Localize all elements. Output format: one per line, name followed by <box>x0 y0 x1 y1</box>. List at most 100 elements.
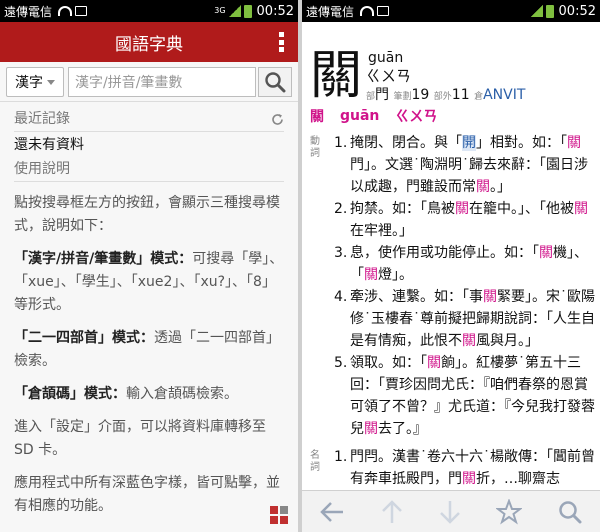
definition-item: 4. 牽涉、連繫。如：「事關緊要」。宋˙歐陽修˙玉樓春˙尊前擬把歸期說詞：「人生… <box>334 286 596 352</box>
arrow-up-icon[interactable] <box>380 499 404 525</box>
pos-label-noun: 名詞 <box>310 450 320 473</box>
pron-pinyin: guān <box>340 108 380 124</box>
recent-empty-text: 還未有資料 <box>14 137 84 153</box>
network-type-label: 3G <box>214 6 226 15</box>
definition-item: 5. 領取。如：「關餉」。紅樓夢˙第五十三回：「賈珍因問尤氏：『咱們春祭的恩賞可… <box>334 352 596 440</box>
clock: 00:52 <box>558 3 596 19</box>
bottom-toolbar <box>302 490 600 532</box>
definition-item: 1. 門閂。漢書˙卷六十六˙楊敞傳：「閶前曾有奔車抵殿門，門關折，…聊齋志 <box>334 446 596 490</box>
status-bar: 遠傳電信 3G 00:52 <box>0 0 298 22</box>
def-number: 3. <box>334 245 348 261</box>
headword-meta: 部門 筆劃19 部外11 倉ANVIT <box>366 84 525 104</box>
headword: 關 <box>310 46 363 106</box>
clock: 00:52 <box>256 3 294 19</box>
definitions: 動詞 1. 掩閉、閉合。與「開」相對。如：「關門」。文選˙陶淵明˙歸去來辭：「園… <box>302 128 600 490</box>
search-mode-button[interactable]: 漢字 <box>6 66 64 97</box>
headword-zhuyin: ㄍㄨㄢ <box>366 67 412 85</box>
def-text: 息，使作用或功能停止。如：「 <box>350 245 539 261</box>
back-arrow-icon[interactable] <box>319 500 345 524</box>
def-text: 風與月。」 <box>476 333 539 349</box>
def-text: 」相對。如：「 <box>476 135 567 151</box>
strokes-value: 19 <box>411 87 430 103</box>
left-screen: 遠傳電信 3G 00:52 國語字典 漢字 漢字/拼音/筆畫數 最近記錄 還未有… <box>0 0 298 532</box>
pron-zhuyin: ㄍㄨㄢ <box>395 109 438 125</box>
headword-pinyin: guān <box>368 50 404 66</box>
status-bar: 遠傳電信 00:52 <box>302 0 600 22</box>
help-settings: 進入「設定」介面，可以將資料庫轉移至 SD 卡。 <box>14 419 266 458</box>
highlight-char: 關 <box>539 245 553 261</box>
help-mode2: 「二一四部首」模式：透過「二一四部首」檢索。 <box>14 327 284 373</box>
star-icon[interactable] <box>496 498 523 525</box>
verb-section: 動詞 1. 掩閉、閉合。與「開」相對。如：「關門」。文選˙陶淵明˙歸去來辭：「園… <box>310 132 596 440</box>
def-text: 。」 <box>490 179 511 195</box>
def-number: 1. <box>334 449 348 465</box>
grid-menu-icon[interactable] <box>270 506 288 524</box>
search-icon[interactable] <box>557 499 583 525</box>
home-content: 最近記錄 還未有資料 使用說明 點按搜尋框左方的按鈕，會顯示三種搜尋模式，說明如… <box>0 102 298 518</box>
help-title: 使用說明 <box>14 161 70 177</box>
outer-strokes-label: 部外 <box>433 92 452 102</box>
dropdown-icon <box>47 80 55 85</box>
strokes-label: 筆劃 <box>393 92 412 102</box>
app-bar: 國語字典 <box>0 22 298 62</box>
app-title: 國語字典 <box>115 34 183 55</box>
battery-icon <box>545 4 554 18</box>
highlight-char: 關 <box>462 471 476 487</box>
def-number: 1. <box>334 135 348 151</box>
overflow-menu-icon[interactable] <box>279 32 284 52</box>
highlight-char: 關 <box>364 421 378 437</box>
search-button[interactable] <box>258 66 292 97</box>
wifi-icon <box>58 6 73 16</box>
battery-icon <box>243 4 252 18</box>
definition-item: 3. 息，使作用或功能停止。如：「關機」、「關燈」。 <box>334 242 596 286</box>
pos-label-verb: 動詞 <box>310 136 320 159</box>
highlight-char: 關 <box>455 201 469 217</box>
def-text: 牽涉、連繫。如：「事 <box>350 289 483 305</box>
definition-item: 2. 拘禁。如：「鳥被關在籠中。」、「他被關在牢裡。」 <box>334 198 596 242</box>
notification-icon <box>75 6 88 16</box>
refresh-icon[interactable] <box>271 113 284 126</box>
word-header: 關 guān ㄍㄨㄢ 部門 筆劃19 部外11 倉ANVIT <box>302 22 600 104</box>
def-text: 掩閉、閉合。與「 <box>350 135 462 151</box>
carrier-label: 遠傳電信 <box>4 4 53 19</box>
carrier-label: 遠傳電信 <box>306 4 355 19</box>
cangjie-code[interactable]: ANVIT <box>483 87 525 103</box>
radical-label: 部 <box>366 92 376 102</box>
signal-icon <box>228 5 241 17</box>
recent-section-header: 最近記錄 <box>14 108 284 132</box>
highlight-char: 關 <box>427 355 441 371</box>
highlight-char: 關 <box>483 289 497 305</box>
highlight-char: 關 <box>476 179 490 195</box>
def-text: 門」。文選˙陶淵明˙歸去來辭：「園日涉以成趣，門雖設而常 <box>350 157 588 195</box>
recent-title: 最近記錄 <box>14 111 70 127</box>
highlight-char: 關 <box>567 135 581 151</box>
pronunciation-row: 關 guān ㄍㄨㄢ <box>302 104 600 128</box>
notification-icon <box>377 6 390 16</box>
search-input[interactable]: 漢字/拼音/筆畫數 <box>68 66 256 97</box>
highlight-char: 關 <box>364 267 378 283</box>
link-word[interactable]: 開 <box>462 135 476 151</box>
help-mode1: 「漢字/拼音/筆畫數」模式：可搜尋「學」、「xue」、「學生」、「xue2」、「… <box>14 248 284 317</box>
help-mode3-title: 「倉頡碼」模式： <box>14 386 126 402</box>
outer-strokes-value: 11 <box>451 87 470 103</box>
radical-value[interactable]: 門 <box>375 87 389 103</box>
help-intro: 點按搜尋框左方的按鈕，會顯示三種搜尋模式，說明如下： <box>14 195 280 234</box>
def-text: 燈」。 <box>378 267 413 283</box>
def-text: 在牢裡。」 <box>350 223 413 239</box>
help-blue-text: 應用程式中所有深藍色字樣，皆可點擊，並有相應的功能。 <box>14 475 280 514</box>
highlight-char: 關 <box>574 201 588 217</box>
search-mode-label: 漢字 <box>15 74 43 91</box>
def-number: 5. <box>334 355 348 371</box>
help-mode3: 「倉頡碼」模式：輸入倉頡碼檢索。 <box>14 383 284 406</box>
pron-char: 關 <box>310 109 324 125</box>
arrow-down-icon[interactable] <box>438 499 462 525</box>
help-section-header: 使用說明 <box>14 158 284 182</box>
def-text: 折，…聊齋志 <box>476 471 560 487</box>
def-text: 拘禁。如：「鳥被 <box>350 201 455 217</box>
help-mode1-title: 「漢字/拼音/筆畫數」模式： <box>14 251 193 267</box>
def-number: 2. <box>334 201 348 217</box>
search-icon <box>265 71 286 92</box>
wifi-icon <box>360 6 375 16</box>
noun-section: 名詞 1. 門閂。漢書˙卷六十六˙楊敞傳：「閶前曾有奔車抵殿門，門關折，…聊齋志 <box>310 446 596 490</box>
definition-item: 1. 掩閉、閉合。與「開」相對。如：「關門」。文選˙陶淵明˙歸去來辭：「園日涉以… <box>334 132 596 198</box>
